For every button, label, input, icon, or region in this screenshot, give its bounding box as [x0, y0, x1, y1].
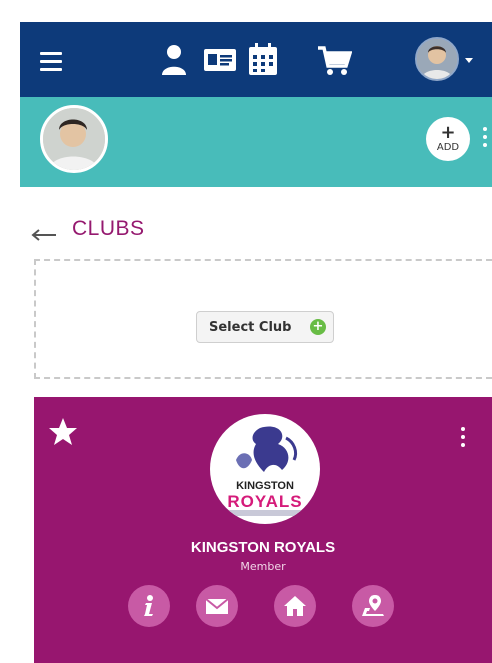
- mail-icon: [205, 598, 229, 614]
- profile-bar: + ADD: [20, 97, 492, 187]
- avatar[interactable]: [415, 37, 459, 81]
- club-role: Member: [240, 560, 286, 573]
- top-nav-bar: [20, 22, 492, 97]
- back-arrow-icon[interactable]: [30, 227, 56, 241]
- select-club-label: Select Club: [209, 320, 292, 335]
- plus-circle-icon: +: [310, 319, 326, 335]
- star-icon[interactable]: [48, 417, 78, 447]
- club-logo-text-bottom: ROYALS: [227, 492, 303, 511]
- clubs-panel: CLUBS Select Club + KINGSTON ROYALS KING…: [20, 187, 492, 663]
- add-label: ADD: [436, 142, 460, 153]
- user-icon[interactable]: [160, 44, 188, 76]
- info-icon: [144, 595, 153, 616]
- profile-avatar[interactable]: [40, 105, 108, 173]
- chevron-down-icon[interactable]: [465, 58, 473, 63]
- club-logo: KINGSTON ROYALS: [210, 414, 320, 524]
- cart-icon[interactable]: [318, 46, 353, 76]
- select-club-dropzone: Select Club +: [34, 259, 492, 379]
- club-card[interactable]: KINGSTON ROYALS KINGSTON ROYALS Member: [34, 397, 492, 663]
- club-logo-text-top: KINGSTON: [236, 480, 294, 492]
- plus-icon: +: [440, 122, 456, 143]
- card-menu-icon[interactable]: [461, 427, 465, 451]
- home-button[interactable]: [274, 585, 316, 627]
- hamburger-icon[interactable]: [40, 52, 62, 71]
- id-card-icon[interactable]: [204, 49, 236, 71]
- add-button[interactable]: + ADD: [426, 117, 470, 161]
- app-screen: + ADD CLUBS Select Club + KINGSTON ROYAL…: [20, 22, 492, 663]
- calendar-icon[interactable]: [249, 43, 277, 75]
- mail-button[interactable]: [196, 585, 238, 627]
- map-button[interactable]: [352, 585, 394, 627]
- select-club-button[interactable]: Select Club +: [196, 311, 334, 343]
- map-pin-icon: [362, 595, 384, 616]
- info-button[interactable]: [128, 585, 170, 627]
- home-icon: [284, 596, 306, 616]
- page-title: CLUBS: [72, 217, 145, 240]
- more-options-icon[interactable]: [483, 127, 487, 151]
- club-name: KINGSTON ROYALS: [190, 539, 336, 556]
